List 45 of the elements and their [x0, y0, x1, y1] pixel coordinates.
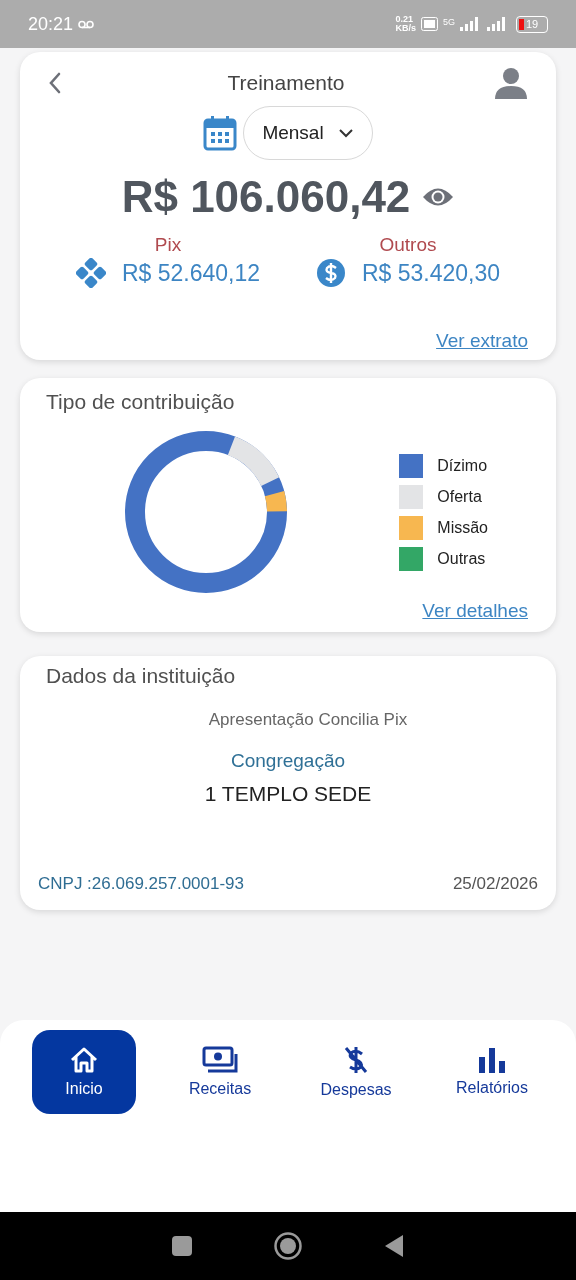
legend-label: Missão — [437, 518, 488, 537]
voicemail-icon — [78, 19, 95, 29]
legend-label: Outras — [437, 549, 486, 568]
recents-button[interactable] — [170, 1235, 193, 1257]
cnpj-text: CNPJ :26.069.257.0001-93 — [38, 874, 245, 894]
back-icon[interactable] — [48, 72, 62, 94]
method-label: Pix — [154, 234, 182, 256]
eye-icon[interactable] — [422, 186, 455, 208]
congregation-label: Congregação — [229, 750, 347, 772]
banknotes-icon — [202, 1046, 238, 1074]
method-amount: R$ 53.420,30 — [361, 259, 501, 287]
total-amount: R$ 106.060,42 — [121, 172, 411, 222]
calendar-icon[interactable] — [203, 115, 238, 151]
details-link[interactable]: Ver detalhes — [422, 600, 528, 622]
statement-link[interactable]: Ver extrato — [436, 330, 528, 352]
date-text: 25/02/2026 — [452, 874, 538, 894]
speed-value: 0.21 — [395, 15, 414, 24]
home-icon — [69, 1046, 99, 1074]
card-title: Tipo de contribuição — [46, 390, 236, 414]
speed-unit: KB/s — [395, 24, 416, 33]
home-button[interactable] — [274, 1232, 302, 1260]
diamond-icon — [75, 258, 106, 288]
back-button[interactable] — [383, 1234, 406, 1258]
clock: 20:21 — [28, 13, 74, 35]
period-dropdown[interactable]: Mensal — [243, 106, 373, 160]
network-label: 5G — [443, 17, 455, 27]
nav-tab[interactable]: Receitas — [168, 1030, 272, 1114]
legend-label: Oferta — [437, 487, 482, 506]
card-title: Dados da instituição — [46, 664, 237, 688]
method-amount: R$ 52.640,12 — [121, 259, 261, 287]
crossed-dollar-icon — [342, 1045, 370, 1075]
dollar-icon — [315, 258, 346, 288]
screen-title: Treinamento — [227, 71, 345, 95]
caret-icon — [337, 128, 354, 138]
method-label: Outros — [379, 234, 437, 256]
volte-icon — [421, 17, 438, 31]
bar-chart-icon — [478, 1047, 506, 1073]
user-icon[interactable] — [494, 67, 528, 99]
battery-icon: 19 — [516, 15, 548, 33]
nav-tab[interactable]: Relatórios — [440, 1030, 544, 1114]
institution-name: Apresentação Concilia Pix — [207, 710, 409, 730]
nav-tab[interactable]: Inicio — [32, 1030, 136, 1114]
congregation-name: 1 TEMPLO SEDE — [203, 782, 373, 806]
nav-tab[interactable]: Despesas — [304, 1030, 408, 1114]
legend-label: Dízimo — [437, 456, 488, 475]
